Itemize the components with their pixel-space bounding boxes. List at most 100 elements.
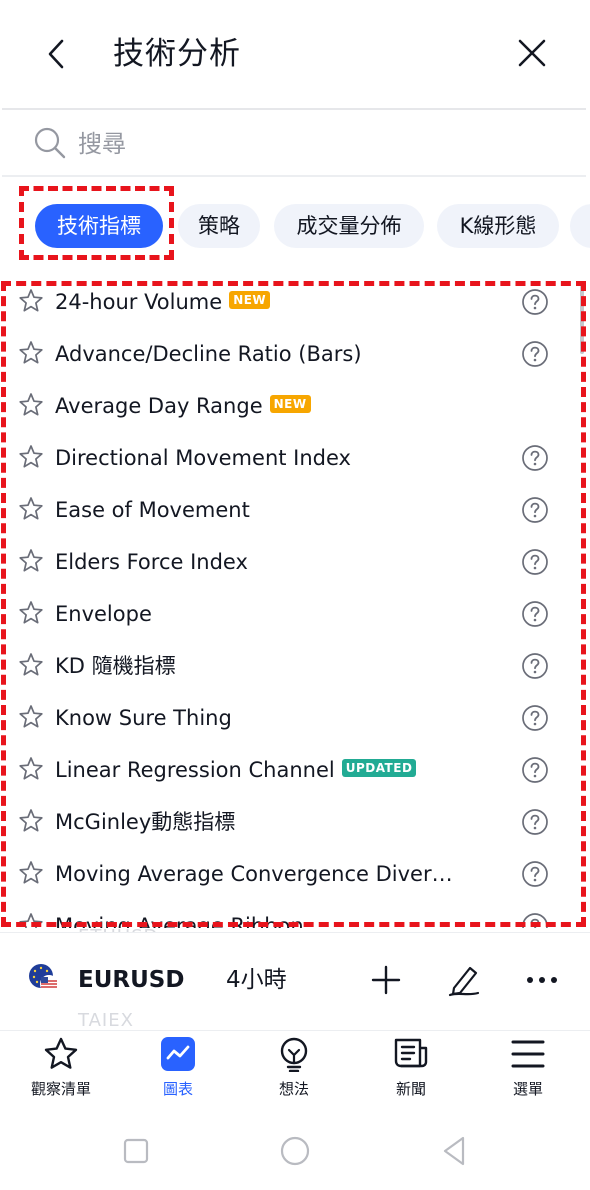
indicator-list: 24-hour Volume NEW Advance/Decline Ratio (… [0, 276, 590, 928]
nav-label: 圖表 [162, 1080, 193, 1098]
indicator-row[interactable]: Envelope [0, 588, 590, 640]
help-icon[interactable] [521, 912, 549, 928]
indicator-row[interactable]: Directional Movement Index [0, 432, 590, 484]
indicator-name: KD 隨機指標 [55, 654, 176, 678]
indicator-name: Ease of Movement [55, 498, 250, 522]
interval-selector[interactable]: 4小時 [226, 962, 287, 998]
help-icon[interactable] [521, 548, 549, 576]
help-icon[interactable] [521, 496, 549, 524]
tab-volume-profile[interactable]: 成交量分佈 [274, 204, 424, 248]
nav-menu[interactable]: 選單 [478, 1036, 578, 1110]
news-icon [394, 1038, 428, 1068]
system-back-icon[interactable] [437, 1134, 471, 1168]
more-button[interactable] [522, 960, 562, 1000]
nav-watchlist[interactable]: 觀察清單 [11, 1036, 111, 1110]
star-outline-icon[interactable] [18, 860, 44, 886]
nav-news[interactable]: 新聞 [361, 1036, 461, 1110]
indicator-row[interactable]: McGinley動態指標 [0, 796, 590, 848]
help-icon[interactable] [521, 860, 549, 888]
pen-icon [448, 966, 480, 997]
help-icon[interactable] [521, 808, 549, 836]
indicator-label: Envelope [55, 588, 152, 640]
close-button[interactable] [512, 33, 552, 73]
indicator-row[interactable]: Linear Regression Channel UPDATED [0, 744, 590, 796]
star-outline-icon[interactable] [18, 912, 44, 928]
star-outline-icon[interactable] [18, 496, 44, 522]
scrollbar[interactable] [580, 282, 584, 354]
indicator-row[interactable]: KD 隨機指標 [0, 640, 590, 692]
star-icon [44, 1037, 78, 1069]
close-icon [518, 39, 546, 67]
indicator-label: 24-hour Volume NEW [55, 276, 271, 328]
star-outline-icon[interactable] [18, 288, 44, 314]
indicator-name: Moving Average Convergence Diver… [55, 862, 453, 886]
star-outline-icon[interactable] [18, 444, 44, 470]
background-symbol-hint-2: TAIEX [78, 1010, 134, 1031]
indicator-label: Linear Regression Channel UPDATED [55, 744, 417, 796]
indicator-row[interactable]: Advance/Decline Ratio (Bars) [0, 328, 590, 380]
home-icon[interactable] [278, 1134, 312, 1168]
star-outline-icon[interactable] [18, 652, 44, 678]
header-divider [2, 108, 586, 110]
indicator-row[interactable]: Average Day Range NEW [0, 380, 590, 432]
indicator-label: McGinley動態指標 [55, 796, 235, 848]
indicator-row[interactable]: Elders Force Index [0, 536, 590, 588]
back-button[interactable] [38, 34, 74, 74]
add-button[interactable] [366, 960, 406, 1000]
tab-more[interactable] [570, 204, 590, 248]
nav-label: 想法 [278, 1080, 309, 1098]
star-outline-icon[interactable] [18, 756, 44, 782]
help-icon[interactable] [521, 704, 549, 732]
indicator-row[interactable]: 24-hour Volume NEW [0, 276, 590, 328]
symbol-name[interactable]: EURUSD [78, 962, 184, 998]
indicator-name: Know Sure Thing [55, 706, 232, 730]
new-badge: NEW [269, 395, 311, 413]
tab-strategies[interactable]: 策略 [178, 204, 260, 248]
lightbulb-icon [280, 1037, 308, 1072]
help-icon[interactable] [521, 652, 549, 680]
tab-candlestick-patterns[interactable]: K線形態 [437, 204, 559, 248]
indicator-name: Linear Regression Channel [55, 758, 335, 782]
indicator-label: Directional Movement Index [55, 432, 351, 484]
indicator-name: Average Day Range [55, 394, 263, 418]
indicator-name: 24-hour Volume [55, 290, 223, 314]
star-outline-icon[interactable] [18, 808, 44, 834]
indicator-label: Know Sure Thing [55, 692, 232, 744]
search-divider [2, 175, 586, 177]
chart-icon [161, 1037, 195, 1071]
symbol-bar-divider [0, 932, 590, 933]
indicator-row[interactable]: Moving Average Convergence Diver… [0, 848, 590, 900]
help-icon[interactable] [521, 340, 549, 368]
recent-apps-icon[interactable] [119, 1134, 153, 1168]
menu-icon [511, 1040, 545, 1068]
indicator-row[interactable]: Moving Average Ribbon [0, 900, 590, 928]
indicator-label: Moving Average Convergence Diver… [55, 848, 453, 900]
star-outline-icon[interactable] [18, 340, 44, 366]
indicator-name: Elders Force Index [55, 550, 248, 574]
indicator-row[interactable]: Ease of Movement [0, 484, 590, 536]
help-icon[interactable] [521, 444, 549, 472]
nav-label: 新聞 [395, 1080, 426, 1098]
help-icon[interactable] [521, 288, 549, 316]
star-outline-icon[interactable] [18, 600, 44, 626]
help-icon[interactable] [521, 756, 549, 784]
drawing-tools-button[interactable] [444, 960, 484, 1000]
indicator-row[interactable]: Know Sure Thing [0, 692, 590, 744]
indicator-label: Moving Average Ribbon [55, 900, 304, 928]
chevron-left-icon [48, 39, 64, 69]
nav-label: 選單 [512, 1080, 543, 1098]
tab-technical-indicators[interactable]: 技術指標 [35, 204, 163, 248]
nav-ideas[interactable]: 想法 [244, 1036, 344, 1110]
nav-label: 觀察清單 [30, 1080, 91, 1098]
search-input[interactable] [78, 124, 558, 164]
eu-us-flag-icon[interactable] [27, 962, 59, 994]
star-outline-icon[interactable] [18, 548, 44, 574]
nav-chart[interactable]: 圖表 [128, 1036, 228, 1110]
star-outline-icon[interactable] [18, 392, 44, 418]
more-horizontal-icon [527, 977, 557, 983]
indicator-label: Average Day Range NEW [55, 380, 311, 432]
indicator-label: KD 隨機指標 [55, 640, 176, 692]
new-badge: NEW [229, 291, 271, 309]
help-icon[interactable] [521, 600, 549, 628]
star-outline-icon[interactable] [18, 704, 44, 730]
